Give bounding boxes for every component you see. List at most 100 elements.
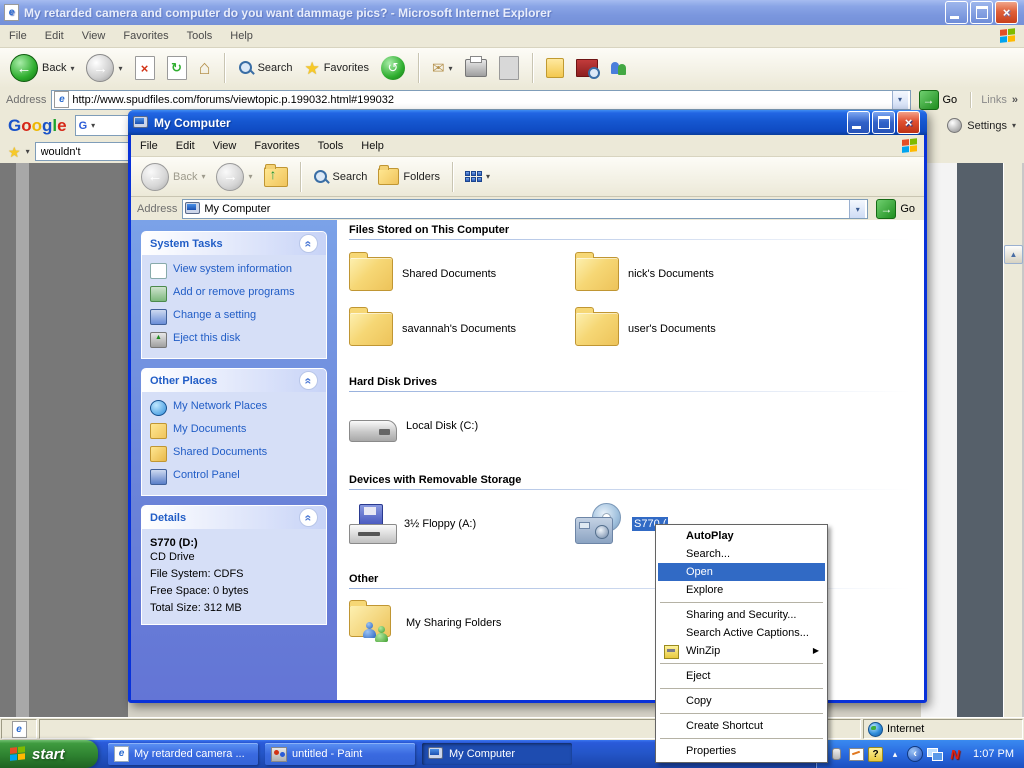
- ie-forward-button[interactable]: → ▾: [82, 52, 126, 84]
- explorer-close-button[interactable]: ×: [897, 111, 920, 134]
- ie-menu-edit[interactable]: Edit: [36, 27, 73, 45]
- bookmark-dropdown-icon[interactable]: ▾: [26, 147, 30, 156]
- start-button[interactable]: start: [0, 740, 98, 768]
- google-dropdown-icon[interactable]: ▾: [91, 121, 95, 130]
- explorer-minimize-button[interactable]: [847, 111, 870, 134]
- place-control-panel[interactable]: Control Panel: [150, 469, 320, 485]
- ie-menu-view[interactable]: View: [73, 27, 115, 45]
- taskbar-button-ie[interactable]: e My retarded camera ...: [108, 743, 258, 765]
- collapse-chevron-icon[interactable]: «: [299, 234, 318, 253]
- item-savannahs-documents[interactable]: savannah's Documents: [349, 305, 575, 353]
- explorer-up-button[interactable]: [260, 165, 292, 189]
- views-dropdown-icon[interactable]: ▾: [486, 172, 490, 181]
- ie-close-button[interactable]: ×: [995, 1, 1018, 24]
- ie-messenger-button[interactable]: [606, 58, 632, 78]
- find-field[interactable]: [35, 142, 135, 161]
- taskbar-button-paint[interactable]: untitled - Paint: [265, 743, 415, 765]
- ie-menu-file[interactable]: File: [0, 27, 36, 45]
- ie-stop-button[interactable]: ×: [131, 54, 159, 82]
- hide-icons-chevron-icon[interactable]: ▴: [887, 746, 903, 762]
- explorer-go-button[interactable]: → Go: [873, 199, 918, 219]
- item-local-disk-c[interactable]: Local Disk (C:): [349, 402, 575, 450]
- address-dropdown-icon[interactable]: ▾: [849, 200, 865, 218]
- collapse-chevron-icon[interactable]: «: [299, 371, 318, 390]
- menu-item-search-active-captions[interactable]: Search Active Captions...: [658, 624, 825, 642]
- ie-print-button[interactable]: [461, 57, 491, 79]
- scroll-up-button[interactable]: ▲: [1004, 245, 1023, 264]
- ie-discuss-button[interactable]: [542, 56, 568, 80]
- explorer-menu-file[interactable]: File: [131, 137, 167, 155]
- system-tasks-header[interactable]: System Tasks «: [142, 232, 326, 255]
- ie-maximize-button[interactable]: [970, 1, 993, 24]
- page-scrollbar[interactable]: ▲: [1003, 163, 1022, 718]
- menu-item-open[interactable]: Open: [658, 563, 825, 581]
- links-more-icon[interactable]: »: [1012, 94, 1018, 106]
- explorer-restore-button[interactable]: [872, 111, 895, 134]
- menu-item-sharing-and-security[interactable]: Sharing and Security...: [658, 606, 825, 624]
- menu-item-copy[interactable]: Copy: [658, 692, 825, 710]
- network-tray-icon[interactable]: [927, 746, 943, 762]
- item-users-documents[interactable]: user's Documents: [575, 305, 910, 353]
- ie-address-input[interactable]: [72, 94, 888, 106]
- ie-back-button[interactable]: ← Back ▾: [6, 52, 78, 84]
- ie-menu-help[interactable]: Help: [221, 27, 262, 45]
- ie-home-button[interactable]: ⌂: [195, 56, 215, 80]
- ie-edit-button[interactable]: [495, 54, 523, 82]
- ie-go-button[interactable]: → Go: [916, 90, 961, 110]
- ie-address-field[interactable]: e ▾: [51, 90, 910, 110]
- bookmark-star-icon[interactable]: ★: [8, 145, 21, 159]
- menu-item-winzip[interactable]: WinZip ▶: [658, 642, 825, 660]
- ie-minimize-button[interactable]: [945, 1, 968, 24]
- explorer-search-button[interactable]: Search: [309, 167, 372, 187]
- explorer-menu-edit[interactable]: Edit: [167, 137, 204, 155]
- ie-search-button[interactable]: Search: [234, 58, 297, 78]
- mail-dropdown-icon[interactable]: ▾: [449, 64, 453, 73]
- explorer-forward-button[interactable]: → ▾: [212, 161, 256, 193]
- menu-item-explore[interactable]: Explore: [658, 581, 825, 599]
- explorer-views-button[interactable]: ▾: [461, 169, 494, 184]
- help-tray-icon[interactable]: ?: [868, 747, 883, 762]
- menu-item-eject[interactable]: Eject: [658, 667, 825, 685]
- task-eject-this-disk[interactable]: Eject this disk: [150, 332, 320, 348]
- item-shared-documents[interactable]: Shared Documents: [349, 250, 575, 298]
- ie-mail-button[interactable]: ✉ ▾: [428, 59, 457, 78]
- other-places-header[interactable]: Other Places «: [142, 369, 326, 392]
- google-settings-button[interactable]: Settings ▾: [947, 118, 1016, 133]
- ie-menu-favorites[interactable]: Favorites: [114, 27, 177, 45]
- msn-tray-icon[interactable]: ‹: [907, 746, 923, 762]
- explorer-menu-tools[interactable]: Tools: [309, 137, 353, 155]
- explorer-menu-favorites[interactable]: Favorites: [245, 137, 308, 155]
- find-input[interactable]: [39, 145, 131, 159]
- taskbar-clock[interactable]: 1:07 PM: [973, 748, 1014, 760]
- collapse-chevron-icon[interactable]: «: [299, 508, 318, 527]
- antivirus-tray-icon[interactable]: N: [947, 746, 963, 762]
- ie-refresh-button[interactable]: ↻: [163, 54, 191, 82]
- settings-dropdown-icon[interactable]: ▾: [1012, 121, 1016, 130]
- microphone-tray-icon[interactable]: [828, 746, 844, 762]
- place-my-network-places[interactable]: My Network Places: [150, 400, 320, 416]
- menu-item-autoplay[interactable]: AutoPlay: [658, 527, 825, 545]
- messenger-pen-tray-icon[interactable]: [848, 746, 864, 762]
- explorer-folders-button[interactable]: Folders: [374, 166, 444, 187]
- back-dropdown-icon[interactable]: ▾: [70, 64, 74, 73]
- explorer-menu-help[interactable]: Help: [352, 137, 393, 155]
- ie-titlebar[interactable]: e My retarded camera and computer do you…: [0, 0, 1024, 25]
- forward-dropdown-icon[interactable]: ▾: [118, 64, 122, 73]
- address-dropdown-icon[interactable]: ▾: [892, 91, 908, 109]
- menu-item-properties[interactable]: Properties: [658, 742, 825, 760]
- item-nicks-documents[interactable]: nick's Documents: [575, 250, 910, 298]
- task-add-remove-programs[interactable]: Add or remove programs: [150, 286, 320, 302]
- place-my-documents[interactable]: My Documents: [150, 423, 320, 439]
- task-change-a-setting[interactable]: Change a setting: [150, 309, 320, 325]
- ie-history-button[interactable]: ↺: [377, 54, 409, 82]
- ie-favorites-button[interactable]: ★ Favorites: [300, 58, 373, 79]
- place-shared-documents[interactable]: Shared Documents: [150, 446, 320, 462]
- ie-research-button[interactable]: [572, 57, 602, 79]
- explorer-address-field[interactable]: My Computer ▾: [182, 199, 868, 219]
- task-view-system-information[interactable]: View system information: [150, 263, 320, 279]
- explorer-back-button[interactable]: ← Back ▾: [137, 161, 209, 193]
- menu-item-search[interactable]: Search...: [658, 545, 825, 563]
- menu-item-create-shortcut[interactable]: Create Shortcut: [658, 717, 825, 735]
- explorer-titlebar[interactable]: My Computer ×: [128, 110, 927, 135]
- item-floppy-a[interactable]: 3½ Floppy (A:): [349, 500, 575, 548]
